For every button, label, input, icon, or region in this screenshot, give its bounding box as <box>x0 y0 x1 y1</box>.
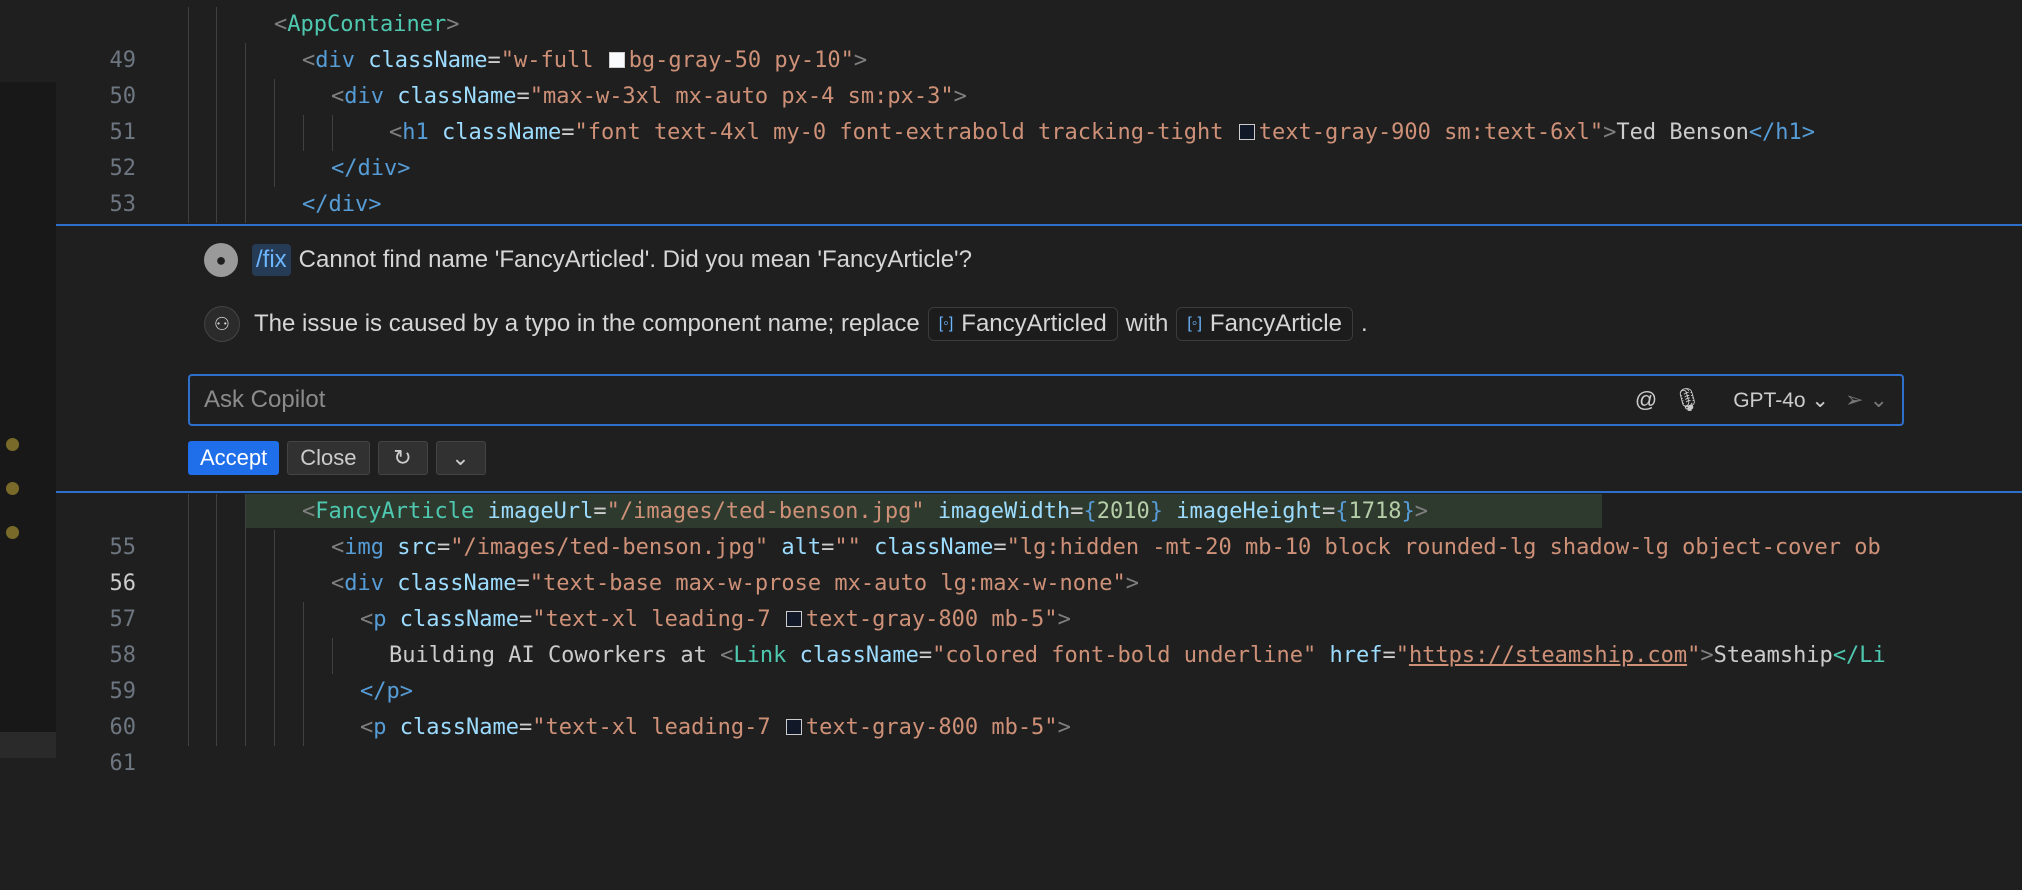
breakpoint-dot[interactable] <box>6 482 19 495</box>
symbol-icon: [◦] <box>1187 315 1202 332</box>
code-line[interactable]: 49 <AppContainer> <box>56 7 2022 73</box>
code-text: <AppContainer> <box>274 12 460 37</box>
user-message: Cannot find name 'FancyArticled'. Did yo… <box>298 246 972 273</box>
symbol-reference[interactable]: [◦] FancyArticle <box>1176 307 1353 341</box>
line-number: 61 <box>109 751 137 776</box>
user-avatar: ● <box>204 243 238 277</box>
chevron-down-icon[interactable]: ⌄ <box>435 441 486 475</box>
breakpoint-dot[interactable] <box>6 438 19 451</box>
symbol-reference[interactable]: [◦] FancyArticled <box>927 307 1118 341</box>
code-line[interactable]: 55 <FancyArticle imageUrl="/images/ted-b… <box>56 494 2022 560</box>
reply-text: . <box>1360 310 1368 337</box>
color-swatch[interactable] <box>785 719 802 735</box>
color-swatch[interactable] <box>608 52 625 68</box>
ask-copilot-input[interactable]: Ask Copilot @ 🎙 GPT-4o ⌄ ➢ ⌄ <box>188 374 1904 426</box>
code-text: <FancyArticle imageUrl="/images/ted-bens… <box>302 499 1428 524</box>
code-text: <h1 className="font text-4xl my-0 font-e… <box>389 120 1816 145</box>
code-text: <div className="max-w-3xl mx-auto px-4 s… <box>331 84 967 109</box>
code-line[interactable]: 52 <h1 className="font text-4xl my-0 fon… <box>56 115 2022 181</box>
copilot-icon: ⚇ <box>204 306 240 342</box>
activity-bar-top <box>0 0 56 82</box>
code-text: </div> <box>331 156 411 181</box>
inline-chat-widget: ● /fix Cannot find name 'FancyArticled'.… <box>56 224 2022 493</box>
code-text: Building AI Coworkers at <Link className… <box>389 643 1886 668</box>
code-line[interactable]: 51 <div className="max-w-3xl mx-auto px-… <box>56 79 2022 145</box>
code-text: <div className="w-full bg-gray-50 py-10"… <box>302 48 868 73</box>
activity-bar-bottom <box>0 732 56 758</box>
code-line[interactable]: 60 </p> <box>56 674 2022 740</box>
code-text: </p> <box>360 679 413 704</box>
code-editor[interactable]: 49 <AppContainer> 50 <div className="w-f… <box>56 0 2022 776</box>
mic-icon[interactable]: 🎙 <box>1673 387 1701 413</box>
code-line[interactable]: 54 </div> <box>56 187 2022 253</box>
close-button[interactable]: Close <box>287 441 370 475</box>
code-line[interactable]: 57 <div className="text-base max-w-prose… <box>56 566 2022 632</box>
color-swatch[interactable] <box>785 611 802 627</box>
url-link[interactable]: https://steamship.com <box>1409 643 1687 668</box>
code-line[interactable]: 53 </div> <box>56 151 2022 217</box>
mention-icon[interactable]: @ <box>1635 387 1657 413</box>
code-text: <div className="text-base max-w-prose mx… <box>331 571 1139 596</box>
code-text: </div> <box>302 192 382 217</box>
reply-text: with <box>1125 310 1169 337</box>
accept-button[interactable]: Accept <box>188 441 280 475</box>
code-line[interactable]: 50 <div className="w-full bg-gray-50 py-… <box>56 43 2022 109</box>
symbol-icon: [◦] <box>938 315 954 332</box>
breakpoint-dot[interactable] <box>6 526 19 539</box>
code-text: <p className="text-xl leading-7 text-gra… <box>360 715 1071 740</box>
code-line[interactable]: 61 <p className="text-xl leading-7 text-… <box>56 710 2022 776</box>
slash-command: /fix <box>252 244 291 276</box>
code-line[interactable]: 58 <p className="text-xl leading-7 text-… <box>56 602 2022 668</box>
code-text: <img src="/images/ted-benson.jpg" alt=""… <box>331 535 1881 560</box>
send-icon[interactable]: ➢ ⌄ <box>1845 387 1888 413</box>
code-line[interactable]: 56 <img src="/images/ted-benson.jpg" alt… <box>56 530 2022 596</box>
reply-text: The issue is caused by a typo in the com… <box>254 310 920 337</box>
model-picker[interactable]: GPT-4o ⌄ <box>1717 388 1829 413</box>
input-placeholder: Ask Copilot <box>204 386 326 413</box>
action-bar: Accept Close ↻ ⌄ <box>188 440 494 476</box>
activity-bar <box>0 0 57 758</box>
color-swatch[interactable] <box>1238 124 1255 140</box>
user-request: ● /fix Cannot find name 'FancyArticled'.… <box>204 240 972 280</box>
copilot-response: ⚇ The issue is caused by a typo in the c… <box>204 304 1368 344</box>
refresh-icon[interactable]: ↻ <box>377 441 428 475</box>
code-line[interactable]: 59 Building AI Coworkers at <Link classN… <box>56 638 2022 704</box>
code-text: <p className="text-xl leading-7 text-gra… <box>360 607 1071 632</box>
